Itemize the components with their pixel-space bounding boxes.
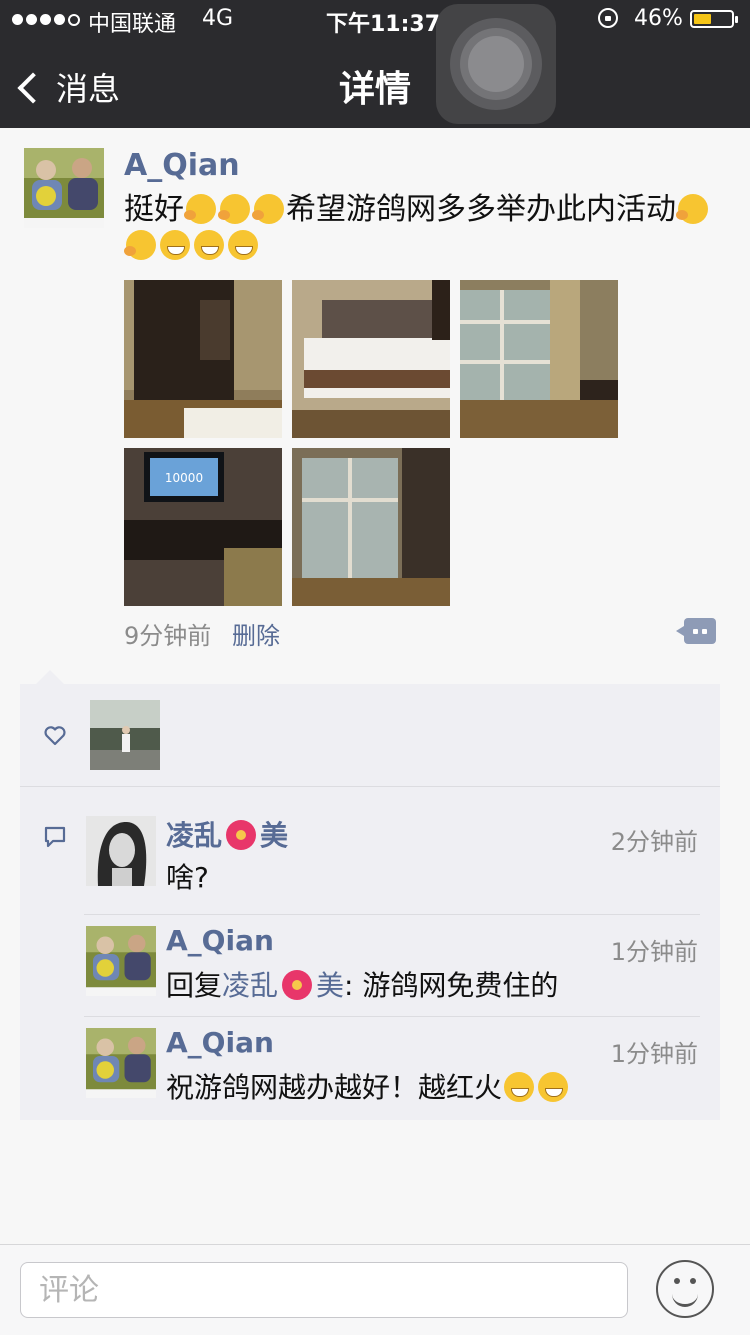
assistive-touch-button[interactable] [436, 4, 556, 124]
comment-text: 祝游鸽网越办越好！越红火 [166, 1066, 570, 1106]
post-author[interactable]: A_Qian [124, 148, 240, 183]
comment-avatar[interactable] [86, 926, 156, 996]
hug-emoji-icon [124, 230, 156, 260]
emoji-button[interactable] [656, 1260, 714, 1318]
battery-percent: 46% [634, 6, 683, 31]
post-text-part2: 希望游鸽网多多举办此内活动 [286, 192, 676, 227]
comment-time: 1分钟前 [610, 938, 698, 966]
like-avatar[interactable] [90, 700, 160, 770]
panel-arrow [36, 670, 64, 684]
hug-emoji-icon [218, 194, 250, 224]
network-type: 4G [202, 6, 234, 31]
comment-author[interactable]: 凌乱美 [166, 814, 288, 854]
grin-emoji-icon [228, 230, 258, 260]
clock: 下午11:37 [326, 12, 441, 37]
comment-icon [44, 826, 66, 848]
hibiscus-flower-icon [282, 970, 313, 1000]
rotation-lock-icon [598, 8, 618, 28]
signal-icon [12, 14, 80, 26]
grin-emoji-icon [160, 230, 190, 260]
reply-target[interactable]: 凌乱美 [222, 969, 344, 1002]
comment-avatar[interactable] [86, 816, 156, 886]
carrier: 中国联通 [88, 12, 177, 37]
grin-emoji-icon [538, 1072, 569, 1102]
divider [84, 914, 700, 915]
more-actions-button[interactable] [676, 618, 716, 644]
comment-input[interactable]: 评论 [20, 1262, 628, 1318]
top-bar: 中国联通 4G 下午11:37 46% 消息 详情 [0, 0, 750, 128]
comment-author[interactable]: A_Qian [166, 1026, 274, 1059]
battery-fill [694, 14, 711, 24]
post-photo-window-2[interactable] [292, 448, 450, 606]
post-photo-window[interactable] [460, 280, 618, 438]
page-title: 详情 [338, 69, 411, 110]
comment-author[interactable]: A_Qian [166, 924, 274, 957]
status-bar: 中国联通 4G 下午11:37 46% [0, 0, 750, 40]
grin-emoji-icon [504, 1072, 535, 1102]
delete-link[interactable]: 删除 [232, 616, 280, 651]
comment-text: 啥? [166, 861, 209, 894]
comment-time: 2分钟前 [610, 828, 698, 856]
hibiscus-flower-icon [226, 820, 257, 850]
hug-emoji-icon [252, 194, 284, 224]
post-text-part1: 挺好 [124, 192, 184, 227]
comment-time: 1分钟前 [610, 1040, 698, 1068]
tv-screen-text: 10000 [165, 471, 203, 485]
hug-emoji-icon [676, 194, 708, 224]
post-photo-bed[interactable] [292, 280, 450, 438]
hug-emoji-icon [184, 194, 216, 224]
post-photo-wardrobe[interactable] [124, 280, 282, 438]
post-text: 挺好 希望游鸽网多多举办此内活动 [124, 192, 724, 264]
divider [20, 786, 720, 787]
comment-avatar[interactable] [86, 1028, 156, 1098]
battery-icon [690, 10, 738, 28]
post-photo-tv[interactable]: 10000 [124, 448, 282, 606]
post-time: 9分钟前 [124, 622, 212, 650]
divider [84, 1016, 700, 1017]
avatar[interactable] [24, 148, 104, 228]
grin-emoji-icon [194, 230, 224, 260]
comment-text: 回复凌乱 美: 游鸽网免费住的 [166, 969, 559, 1002]
smiley-icon [674, 1278, 680, 1284]
heart-icon [44, 726, 66, 746]
